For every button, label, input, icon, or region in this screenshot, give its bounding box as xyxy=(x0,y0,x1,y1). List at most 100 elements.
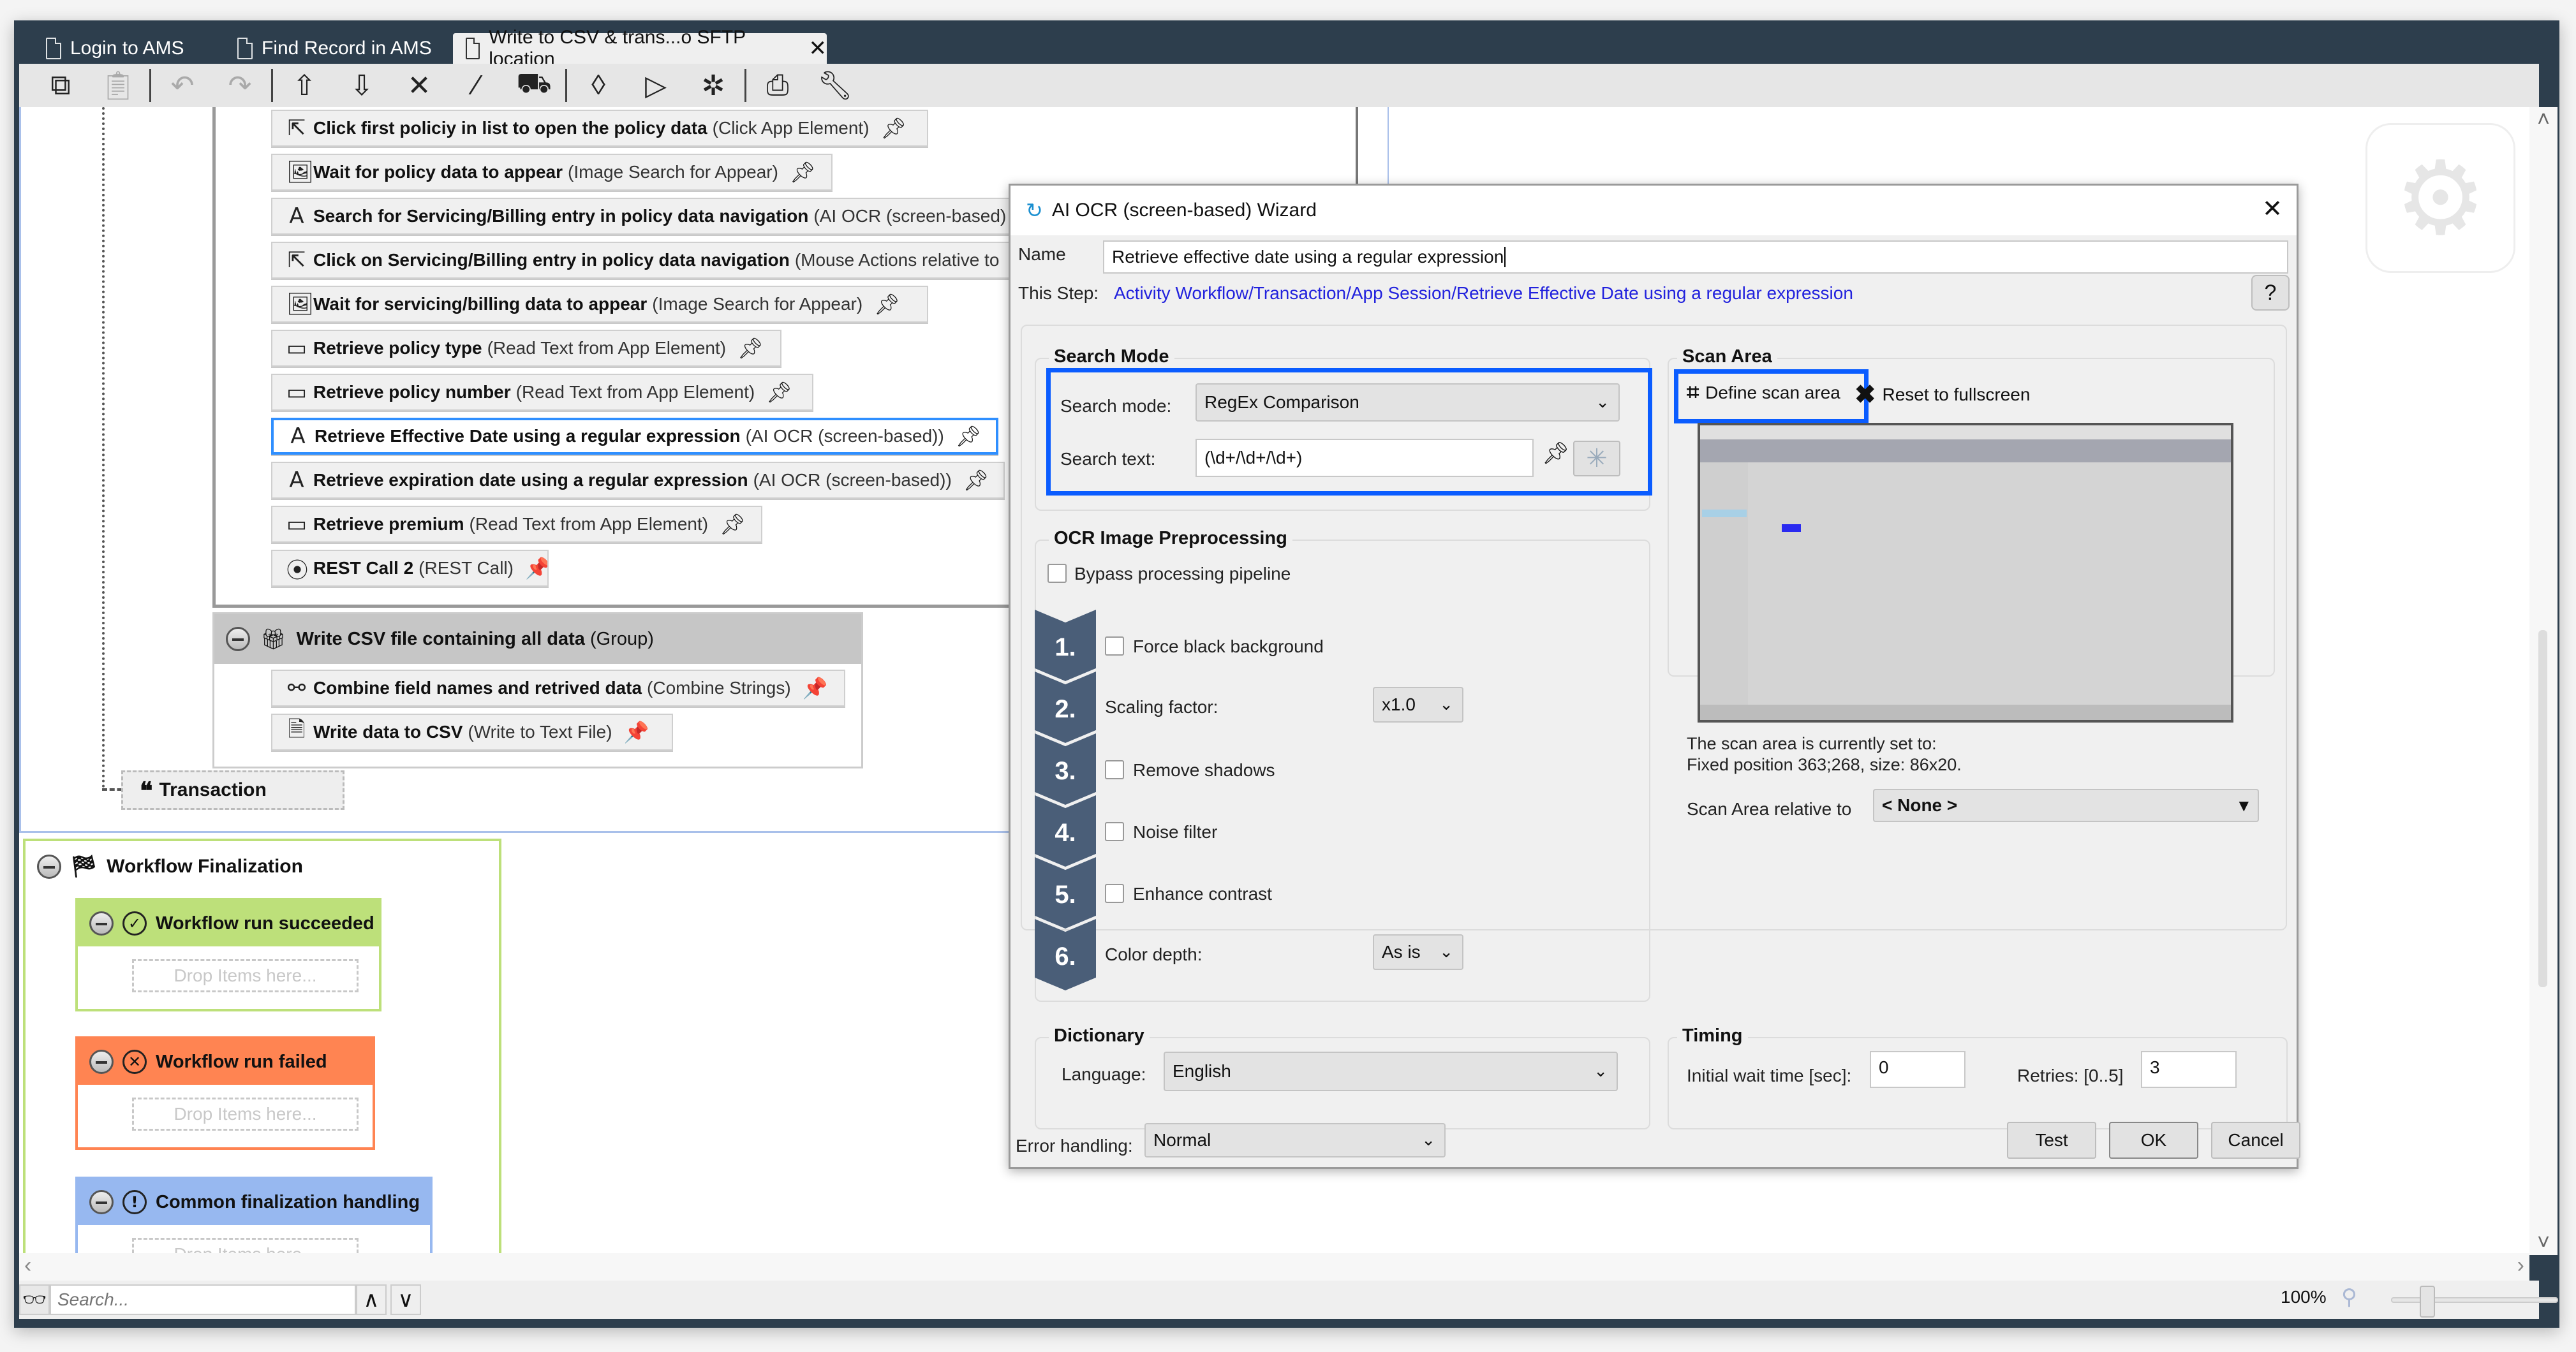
redo-icon[interactable]: ↷ xyxy=(211,66,269,105)
workflow-step[interactable]: A Search for Servicing/Billing entry in … xyxy=(271,198,1075,235)
wait-time-input[interactable]: 0 xyxy=(1870,1051,1965,1088)
define-scan-area-button[interactable]: ⌗ Define scan area xyxy=(1687,380,1840,405)
pipeline-checkbox[interactable] xyxy=(1105,822,1124,841)
step-path-link[interactable]: Activity Workflow/Transaction/App Sessio… xyxy=(1114,283,1853,304)
asterisk-button[interactable]: ✳ xyxy=(1573,441,1620,476)
move-down-icon[interactable]: ⇩ xyxy=(333,66,390,105)
finalization-block-header[interactable]: ✕ Workflow run failed xyxy=(78,1039,373,1085)
retries-input[interactable]: 3 xyxy=(2141,1051,2237,1088)
workflow-step[interactable]: ⚯ Combine field names and retrived data … xyxy=(271,670,845,707)
pipeline-step-select[interactable]: As is ⌄ xyxy=(1373,934,1463,970)
pin-icon[interactable]: 📌︎ xyxy=(956,424,982,448)
collapse-icon[interactable] xyxy=(37,855,61,879)
horizontal-scrollbar[interactable]: ‹ › xyxy=(19,1253,2529,1282)
search-mode-select[interactable]: RegEx Comparison ⌄ xyxy=(1195,383,1620,422)
transaction-block[interactable]: ❝ Transaction xyxy=(121,770,344,810)
zoom-slider-thumb[interactable] xyxy=(2419,1286,2435,1318)
copy-icon[interactable]: ⧉ xyxy=(32,66,89,105)
pinned-icon[interactable]: 📌 xyxy=(803,676,828,700)
search-input[interactable] xyxy=(50,1284,356,1315)
pipeline-step-select[interactable]: x1.0 ⌄ xyxy=(1373,687,1463,723)
search-previous-icon[interactable]: ∧ xyxy=(356,1284,387,1315)
workflow-step[interactable]: A Retrieve expiration date using a regul… xyxy=(271,462,1005,499)
close-icon[interactable]: ✕ xyxy=(2262,195,2283,223)
bypass-label: Bypass processing pipeline xyxy=(1074,564,1291,584)
bypass-checkbox[interactable] xyxy=(1047,564,1067,583)
document-icon xyxy=(237,38,253,59)
workflow-step[interactable]: A Retrieve Effective Date using a regula… xyxy=(271,418,998,455)
gear-icon[interactable]: ⚙ xyxy=(2365,123,2515,273)
write-file-icon: 🗎 xyxy=(288,716,306,742)
workflow-step[interactable]: 🖼︎ Wait for policy data to appear (Image… xyxy=(271,154,833,191)
workflow-step[interactable]: ▭ Retrieve policy number (Read Text from… xyxy=(271,374,813,411)
scroll-up-icon[interactable]: ˄ xyxy=(2529,107,2557,132)
tab-login-to-ams[interactable]: Login to AMS xyxy=(33,33,225,64)
pinned-icon[interactable]: 📌 xyxy=(624,720,649,744)
pin-icon[interactable]: 📌︎ xyxy=(790,160,816,184)
finalization-block-header[interactable]: ! Common finalization handling xyxy=(78,1179,430,1225)
workflow-step[interactable]: ▭ Retrieve premium (Read Text from App E… xyxy=(271,506,762,543)
search-text-input[interactable]: (\d+/\d+/\d+) xyxy=(1195,439,1534,477)
scroll-left-icon[interactable]: ‹ xyxy=(24,1253,31,1278)
drop-zone[interactable]: Drop Items here... xyxy=(132,1098,359,1131)
pin-icon[interactable]: 📌︎ xyxy=(737,336,764,360)
scroll-right-icon[interactable]: › xyxy=(2517,1253,2524,1278)
pin-icon[interactable]: 📌︎ xyxy=(874,292,900,316)
workflow-step[interactable]: 🗎 Write data to CSV (Write to Text File)… xyxy=(271,714,673,751)
pipeline-checkbox[interactable] xyxy=(1105,760,1124,779)
test-button[interactable]: Test xyxy=(2007,1122,2096,1159)
workflow-step[interactable]: ⇱ Click on Servicing/Billing entry in po… xyxy=(271,242,1075,279)
pipeline-checkbox[interactable] xyxy=(1105,636,1124,656)
language-select[interactable]: English ⌄ xyxy=(1164,1052,1618,1091)
toolbar: ⧉ 📋︎ ↶ ↷ ⇧ ⇩ ✕ ⁄ ⛟ ◊ ▷ ✲ ⎙ 🔧︎ xyxy=(19,64,2539,107)
cancel-button[interactable]: Cancel xyxy=(2211,1122,2300,1159)
run-icon[interactable]: ▷ xyxy=(627,66,685,105)
ok-button[interactable]: OK xyxy=(2109,1122,2198,1159)
workflow-step[interactable]: 🖼︎ Wait for servicing/billing data to ap… xyxy=(271,286,928,323)
tab-write-to-csv[interactable]: Write to CSV & trans...o SFTP location ✕ xyxy=(453,27,827,70)
delete-icon[interactable]: ✕ xyxy=(390,66,448,105)
scroll-down-icon[interactable]: ˅ xyxy=(2529,1230,2557,1255)
finalization-block-header[interactable]: ✓ Workflow run succeeded xyxy=(78,900,379,946)
pipeline-checkbox[interactable] xyxy=(1105,884,1124,903)
pin-icon[interactable]: 📌︎ xyxy=(720,512,746,536)
diamond-icon[interactable]: ◊ xyxy=(570,66,627,105)
pin-icon[interactable]: 📌︎ xyxy=(1542,441,1569,466)
undo-icon[interactable]: ↶ xyxy=(154,66,211,105)
pin-icon[interactable]: 📌︎ xyxy=(963,468,989,492)
binoculars-icon[interactable]: 👓︎ xyxy=(19,1284,50,1315)
pin-icon[interactable]: 📌︎ xyxy=(766,380,792,404)
workflow-step[interactable]: ⇱ Click first policiy in list to open th… xyxy=(271,110,928,147)
pin-icon[interactable]: 📌︎ xyxy=(881,116,907,140)
help-button[interactable]: ? xyxy=(2251,275,2290,311)
wrench-icon[interactable]: 🔧︎ xyxy=(806,66,864,105)
workflow-step[interactable]: ⦿ REST Call 2 (REST Call) 📌 xyxy=(271,550,549,587)
collapse-icon[interactable] xyxy=(226,627,250,651)
collapse-icon[interactable] xyxy=(89,1050,114,1074)
collapse-icon[interactable] xyxy=(89,1190,114,1214)
error-handling-select[interactable]: Normal ⌄ xyxy=(1144,1123,1446,1157)
truck-icon[interactable]: ⛟ xyxy=(505,66,563,105)
drop-zone[interactable]: Drop Items here... xyxy=(132,1238,359,1255)
reset-to-fullscreen-button[interactable]: ✖ Reset to fullscreen xyxy=(1854,380,2030,409)
drop-zone[interactable]: Drop Items here... xyxy=(132,959,359,992)
debug-icon[interactable]: ✲ xyxy=(685,66,742,105)
vertical-scrollbar[interactable]: ˄ ˅ xyxy=(2529,107,2557,1255)
scan-relative-select[interactable]: < None > ▼ xyxy=(1873,789,2259,822)
scroll-thumb[interactable] xyxy=(2538,630,2547,987)
workflow-step[interactable]: ▭ Retrieve policy type (Read Text from A… xyxy=(271,330,781,367)
magic-wand-icon[interactable]: ⁄ xyxy=(448,66,505,105)
tab-find-record-in-ams[interactable]: Find Record in AMS xyxy=(225,33,454,64)
move-up-icon[interactable]: ⇧ xyxy=(276,66,333,105)
print-icon[interactable]: ⎙ xyxy=(749,66,806,105)
search-next-icon[interactable]: ∨ xyxy=(390,1284,421,1315)
collapse-icon[interactable] xyxy=(89,911,114,936)
step-type: (Write to Text File) xyxy=(468,722,612,742)
group-header[interactable]: 🎁︎ Write CSV file containing all data (G… xyxy=(214,614,861,664)
paste-icon[interactable]: 📋︎ xyxy=(89,66,147,105)
name-field[interactable]: Retrieve effective date using a regular … xyxy=(1103,240,2288,274)
pinned-icon[interactable]: 📌 xyxy=(525,556,547,580)
zoom-slider[interactable] xyxy=(2391,1286,2558,1318)
close-tab-icon[interactable]: ✕ xyxy=(809,36,827,61)
scan-area-preview[interactable] xyxy=(1698,423,2233,723)
